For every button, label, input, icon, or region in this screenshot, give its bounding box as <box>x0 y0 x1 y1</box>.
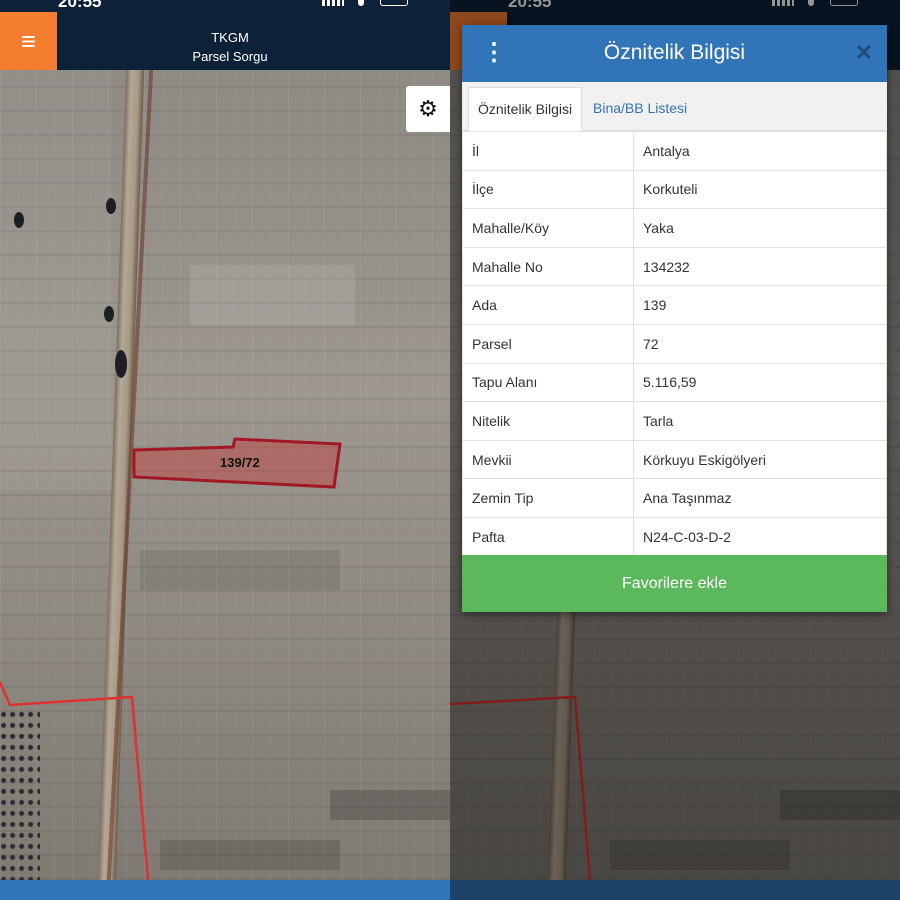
bottom-bar <box>0 880 450 900</box>
close-icon[interactable]: ✕ <box>855 40 873 66</box>
attribute-key: Mevkii <box>462 439 634 480</box>
attribute-value: Ana Taşınmaz <box>633 478 887 518</box>
attribute-screen: 20:55 ≡ ⋮ Öznitelik Bilgisi ✕ Öznitelik … <box>450 0 900 900</box>
attribute-key: Zemin Tip <box>462 478 634 518</box>
tab-bina-bb-listesi[interactable]: Bina/BB Listesi <box>584 87 696 130</box>
attribute-value: Antalya <box>633 131 887 171</box>
attribute-value: 139 <box>633 285 887 325</box>
attribute-key: Mahalle/Köy <box>462 208 634 248</box>
attribute-value: N24-C-03-D-2 <box>633 516 887 557</box>
gear-icon[interactable]: ⚙ <box>406 86 450 132</box>
table-row: Mahalle/Köy Yaka <box>462 208 887 248</box>
table-row: Mahalle No 134232 <box>462 246 887 287</box>
dialog-tabs: Öznitelik Bilgisi Bina/BB Listesi <box>462 82 887 131</box>
attribute-key: Tapu Alanı <box>462 362 634 403</box>
table-row: Ada 139 <box>462 285 887 325</box>
attribute-table: İl Antalya İlçe Korkuteli Mahalle/Köy Yaka Mah… <box>462 131 887 557</box>
attribute-value: 72 <box>633 323 887 364</box>
attribute-key: Parsel <box>462 323 634 364</box>
table-row: Tapu Alanı 5.116,59 <box>462 362 887 403</box>
attribute-key: Nitelik <box>462 401 634 441</box>
attribute-key: İlçe <box>462 169 634 210</box>
attribute-value: Korkuteli <box>633 169 887 210</box>
table-row: Mevkii Körkuyu Eskigölyeri <box>462 439 887 480</box>
table-row: Zemin Tip Ana Taşınmaz <box>462 478 887 518</box>
attribute-key: Pafta <box>462 516 634 557</box>
attribute-key: İl <box>462 131 634 171</box>
table-row: Nitelik Tarla <box>462 401 887 441</box>
parcel-overlay <box>0 437 342 881</box>
attribute-dialog: ⋮ Öznitelik Bilgisi ✕ Öznitelik Bilgisi … <box>462 25 887 612</box>
attribute-value: 5.116,59 <box>633 362 887 403</box>
table-row: İl Antalya <box>462 131 887 171</box>
add-favorite-button[interactable]: Favorilere ekle <box>462 555 887 612</box>
dialog-header: ⋮ Öznitelik Bilgisi ✕ <box>462 25 887 82</box>
parcel-label: 139/72 <box>220 455 260 470</box>
table-row: İlçe Korkuteli <box>462 169 887 210</box>
attribute-key: Mahalle No <box>462 246 634 287</box>
attribute-value: Yaka <box>633 208 887 248</box>
table-row: Pafta N24-C-03-D-2 <box>462 516 887 557</box>
attribute-key: Ada <box>462 285 634 325</box>
attribute-value: Tarla <box>633 401 887 441</box>
tab-oznitelik-bilgisi[interactable]: Öznitelik Bilgisi <box>468 87 583 131</box>
attribute-value: Körkuyu Eskigölyeri <box>633 439 887 480</box>
attribute-value: 134232 <box>633 246 887 287</box>
table-row: Parsel 72 <box>462 323 887 364</box>
dialog-title: Öznitelik Bilgisi <box>603 41 746 64</box>
neighbor-parcel-border <box>0 681 150 881</box>
map-screen: 20:55 ≡ TKGM Parsel Sorgu 139/72 ⚙ <box>0 0 450 900</box>
